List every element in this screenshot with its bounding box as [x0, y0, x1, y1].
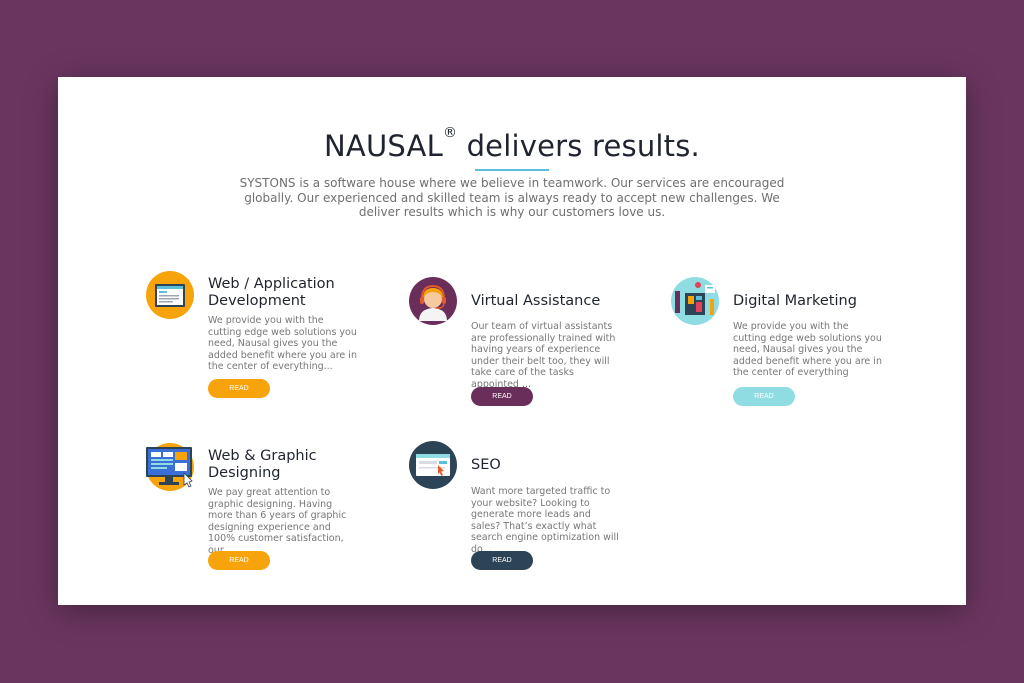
service-title: SEO [471, 457, 501, 473]
service-description: We provide you with the cutting edge web… [208, 315, 357, 372]
service-description: We provide you with the cutting edge web… [733, 321, 882, 378]
services-card: NAUSAL® delivers results. SYSTONS is a s… [58, 77, 966, 605]
web-app-icon [146, 271, 194, 319]
brand-name: NAUSAL [324, 129, 443, 163]
read-more-button[interactable]: READ MORE... [471, 387, 533, 419]
read-more-button[interactable]: READ MORE... [208, 379, 270, 411]
read-more-button[interactable]: READ MORE... [733, 387, 795, 419]
service-title: Virtual Assistance [471, 293, 601, 309]
headset-icon [409, 277, 457, 325]
service-title: Web / Application Development [208, 276, 335, 309]
seo-browser-icon [409, 441, 457, 489]
page-title: NAUSAL® delivers results. [58, 125, 966, 163]
monitor-design-icon [146, 443, 194, 491]
service-title: Web & Graphic Designing [208, 448, 317, 481]
read-more-button[interactable]: READ MORE... [208, 551, 270, 583]
marketing-icon [671, 277, 719, 325]
service-title: Digital Marketing [733, 293, 857, 309]
service-description: Want more targeted traffic to your websi… [471, 486, 619, 555]
intro-text: SYSTONS is a software house where we bel… [239, 176, 785, 219]
service-description: Our team of virtual assistants are profe… [471, 321, 616, 390]
tagline: delivers results. [466, 129, 700, 163]
read-more-button[interactable]: READ MORE... [471, 551, 533, 583]
registered-mark: ® [442, 125, 458, 141]
title-underline [475, 169, 549, 171]
service-description: We pay great attention to graphic design… [208, 487, 347, 556]
